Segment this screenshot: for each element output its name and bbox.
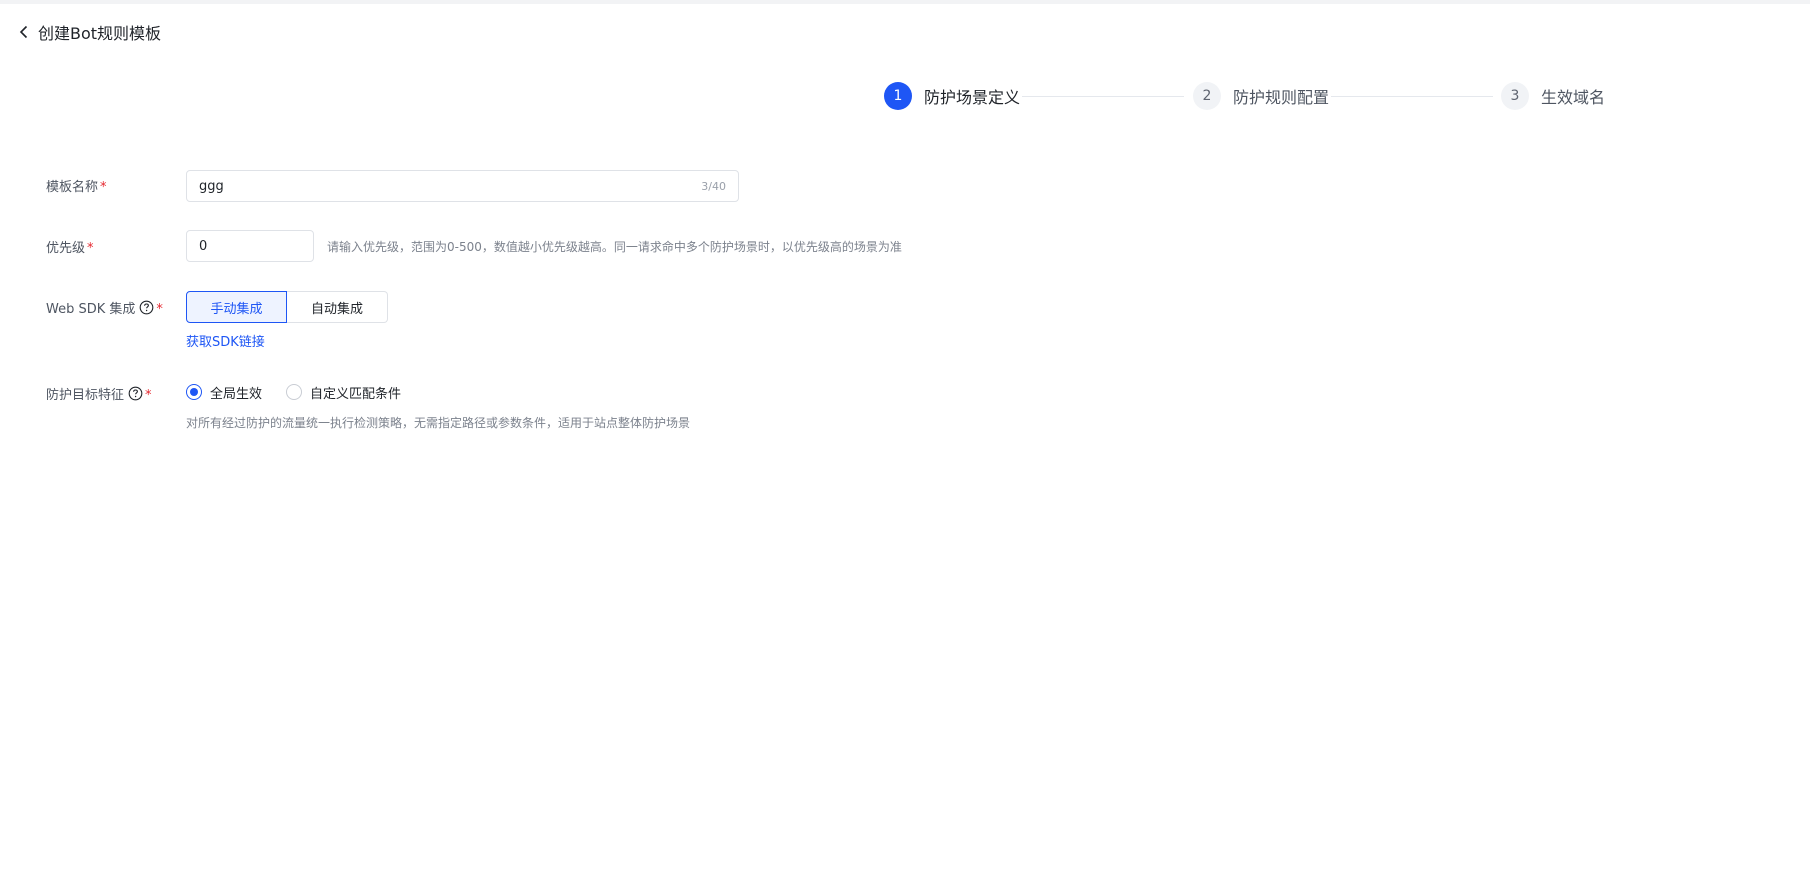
step-connector [1022, 96, 1184, 97]
required-mark: * [145, 387, 152, 403]
step-1-number: 1 [884, 82, 912, 110]
web-sdk-row: Web SDK 集成 * [46, 297, 163, 317]
required-mark: * [156, 301, 163, 317]
auto-integration-option[interactable]: 自动集成 [287, 291, 388, 323]
help-circle-icon[interactable] [128, 386, 143, 401]
priority-hint: 请输入优先级，范围为0-500，数值越小优先级越高。同一请求命中多个防护场景时，… [327, 240, 902, 254]
template-name-row: 模板名称 * [46, 175, 107, 195]
step-2[interactable]: 2 防护规则配置 [1193, 82, 1329, 110]
stepper: 1 防护场景定义 2 防护规则配置 3 生效域名 [884, 82, 1605, 110]
priority-row: 优先级 * [46, 236, 94, 256]
step-1[interactable]: 1 防护场景定义 [884, 82, 1020, 110]
protection-target-radio-group: 全局生效 自定义匹配条件 [186, 382, 425, 402]
step-1-label: 防护场景定义 [924, 88, 1021, 107]
radio-global-label: 全局生效 [210, 386, 263, 402]
back-arrow-icon[interactable] [12, 20, 36, 44]
required-mark: * [87, 240, 94, 256]
template-name-label: 模板名称 * [46, 179, 107, 195]
step-3-label: 生效域名 [1541, 88, 1606, 107]
required-mark: * [100, 179, 107, 195]
protection-target-label: 防护目标特征 * [46, 386, 152, 403]
radio-global[interactable]: 全局生效 [186, 383, 262, 402]
page-header: 创建Bot规则模板 [12, 20, 161, 44]
template-name-input[interactable]: ggg 3/40 [186, 170, 739, 202]
radio-custom-label: 自定义匹配条件 [310, 386, 402, 402]
priority-value: 0 [199, 238, 208, 254]
help-circle-icon[interactable] [139, 300, 154, 315]
step-connector [1331, 96, 1493, 97]
protection-target-hint: 对所有经过防护的流量统一执行检测策略，无需指定路径或参数条件，适用于站点整体防护… [186, 416, 691, 430]
page-title: 创建Bot规则模板 [38, 24, 162, 43]
priority-label: 优先级 * [46, 240, 94, 256]
radio-unchecked-icon [286, 384, 303, 400]
top-divider [0, 0, 1810, 4]
radio-custom[interactable]: 自定义匹配条件 [286, 383, 401, 402]
step-3[interactable]: 3 生效域名 [1501, 82, 1605, 110]
radio-checked-icon [186, 384, 202, 400]
web-sdk-label: Web SDK 集成 * [46, 300, 163, 317]
step-3-number: 3 [1501, 82, 1529, 110]
sdk-integration-segmented: 手动集成 自动集成 [186, 291, 388, 323]
char-counter: 3/40 [701, 179, 726, 193]
priority-input[interactable]: 0 [186, 230, 314, 262]
step-2-number: 2 [1193, 82, 1221, 110]
manual-integration-option[interactable]: 手动集成 [186, 291, 287, 323]
get-sdk-link[interactable]: 获取SDK链接 [186, 331, 265, 350]
template-name-value: ggg [199, 178, 224, 194]
protection-target-row: 防护目标特征 * [46, 383, 152, 403]
step-2-label: 防护规则配置 [1233, 88, 1330, 107]
